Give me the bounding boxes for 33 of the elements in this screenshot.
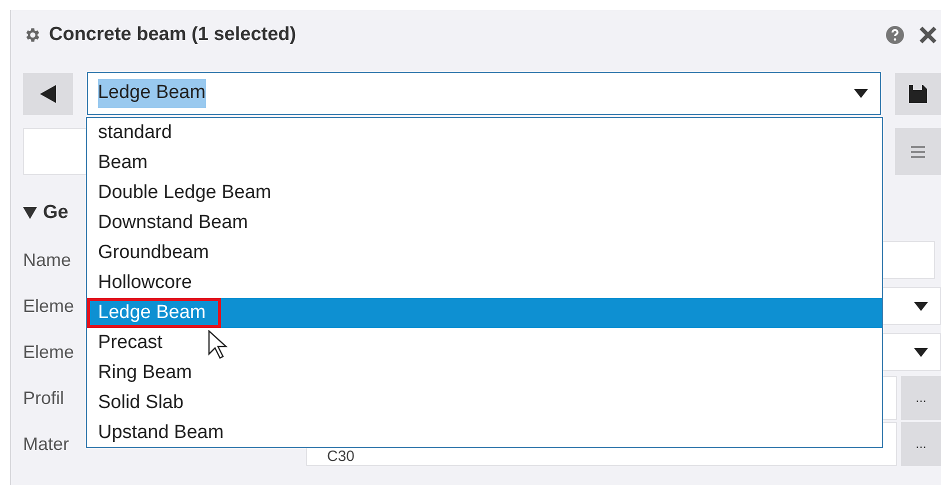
property-label: Mater	[23, 432, 70, 456]
browse-button[interactable]: ...	[901, 422, 941, 466]
browse-button[interactable]: ...	[901, 376, 941, 420]
property-label: Eleme	[23, 294, 76, 318]
property-label: Name	[23, 248, 72, 272]
back-button[interactable]	[23, 72, 73, 114]
save-icon	[909, 84, 928, 102]
close-icon[interactable]	[919, 26, 937, 44]
property-label: Eleme	[23, 340, 76, 364]
panel-title: Concrete beam (1 selected)	[49, 22, 296, 47]
dropdown-option[interactable]: Hollowcore	[87, 268, 882, 298]
type-combo[interactable]: Ledge Beam	[86, 72, 882, 115]
dropdown-option[interactable]: Solid Slab	[87, 388, 882, 418]
caret-icon	[854, 89, 868, 98]
collapse-icon[interactable]	[23, 207, 37, 219]
save-button[interactable]	[895, 72, 941, 114]
combo-value: Ledge Beam	[98, 79, 206, 108]
dropdown-option[interactable]: Downstand Beam	[87, 208, 882, 238]
dropdown-option[interactable]: Upstand Beam	[87, 418, 882, 448]
dropdown-option[interactable]: standard	[87, 118, 882, 148]
menu-icon	[911, 146, 926, 158]
dropdown-option[interactable]: Beam	[87, 148, 882, 178]
help-icon[interactable]	[885, 25, 905, 45]
cursor-icon	[208, 330, 228, 360]
dropdown-option[interactable]: Precast	[87, 328, 882, 358]
dropdown-option[interactable]: Ledge Beam	[87, 298, 882, 328]
caret-icon	[914, 348, 928, 356]
back-icon	[40, 84, 56, 102]
section-title: Ge	[43, 200, 68, 225]
dropdown-option[interactable]: Double Ledge Beam	[87, 178, 882, 208]
dropdown-option[interactable]: Groundbeam	[87, 238, 882, 268]
caret-icon	[914, 302, 928, 310]
dropdown-option[interactable]: Ring Beam	[87, 358, 882, 388]
